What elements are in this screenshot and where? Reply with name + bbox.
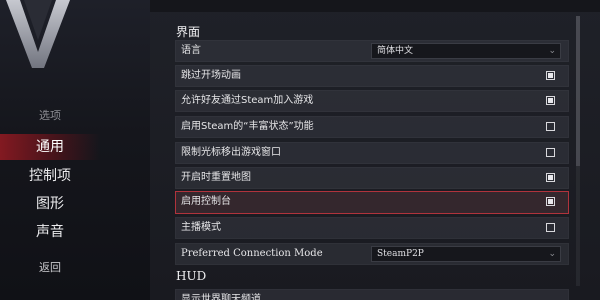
connection-mode-select[interactable]: SteamP2P ⌄ [371, 246, 561, 262]
setting-row-reset-map[interactable]: 开启时重置地图 [175, 167, 569, 189]
setting-label: 显示世界聊天频道 [181, 294, 261, 300]
setting-row-connection-mode: Preferred Connection Mode SteamP2P ⌄ [175, 243, 569, 265]
menu-item-sound[interactable]: 声音 [0, 219, 100, 245]
reset-map-checkbox[interactable] [546, 173, 555, 182]
setting-row-confine-cursor[interactable]: 限制光标移出游戏窗口 [175, 142, 569, 164]
rich-presence-checkbox[interactable] [546, 122, 555, 131]
select-value: SteamP2P [377, 249, 424, 259]
setting-row-rich-presence[interactable]: 启用Steam的“丰富状态”功能 [175, 116, 569, 138]
setting-row-console[interactable]: 启用控制台 [175, 191, 569, 214]
options-menu: 选项 通用 控制项 图形 声音 返回 [0, 0, 150, 300]
game-logo [6, 0, 70, 68]
settings-panel: 界面 语言 简体中文 ⌄ 跳过开场动画 允许好友通过Steam加入游戏 启用St… [150, 0, 600, 300]
section-title-hud: HUD [176, 269, 207, 283]
chevron-down-icon: ⌄ [548, 249, 556, 259]
setting-row-partial[interactable]: 显示世界聊天频道 [175, 289, 569, 300]
console-checkbox[interactable] [546, 197, 555, 206]
setting-label: Preferred Connection Mode [181, 248, 323, 259]
settings-scrollbar[interactable] [576, 16, 580, 286]
setting-label: 开启时重置地图 [181, 172, 251, 183]
confine-cursor-checkbox[interactable] [546, 148, 555, 157]
setting-label: 语言 [181, 45, 201, 56]
menu-item-controls[interactable]: 控制项 [0, 163, 100, 189]
setting-row-skip-intro[interactable]: 跳过开场动画 [175, 65, 569, 87]
setting-label: 主播模式 [181, 222, 221, 233]
setting-label: 允许好友通过Steam加入游戏 [181, 95, 314, 106]
streamer-mode-checkbox[interactable] [546, 223, 555, 232]
select-value: 简体中文 [377, 46, 414, 56]
allow-join-checkbox[interactable] [546, 96, 555, 105]
chevron-down-icon: ⌄ [548, 46, 556, 56]
options-heading: 选项 [39, 109, 61, 122]
back-button[interactable]: 返回 [0, 255, 100, 281]
skip-intro-checkbox[interactable] [546, 71, 555, 80]
setting-row-streamer-mode[interactable]: 主播模式 [175, 217, 569, 239]
language-select[interactable]: 简体中文 ⌄ [371, 43, 561, 59]
setting-label: 跳过开场动画 [181, 70, 241, 81]
menu-item-general[interactable]: 通用 [0, 134, 100, 160]
setting-label: 限制光标移出游戏窗口 [181, 147, 281, 158]
menu-item-graphics[interactable]: 图形 [0, 191, 100, 217]
section-title-interface: 界面 [176, 25, 201, 39]
setting-row-language: 语言 简体中文 ⌄ [175, 40, 569, 62]
setting-label: 启用Steam的“丰富状态”功能 [181, 121, 314, 132]
setting-row-allow-join[interactable]: 允许好友通过Steam加入游戏 [175, 90, 569, 112]
setting-label: 启用控制台 [181, 196, 231, 207]
scroll-thumb[interactable] [576, 16, 580, 166]
